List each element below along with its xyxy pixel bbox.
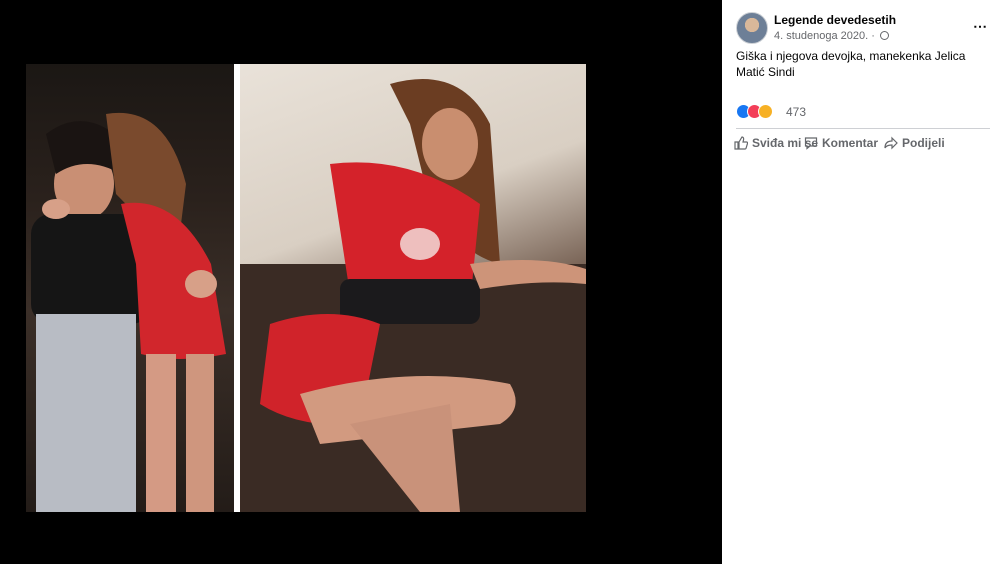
avatar[interactable] [736, 12, 768, 44]
post-header: Legende devedesetih 4. studenoga 2020. ·… [736, 12, 990, 46]
post-photo[interactable] [26, 64, 586, 512]
post-sidebar: Legende devedesetih 4. studenoga 2020. ·… [722, 0, 1000, 564]
photo-right-panel [240, 64, 586, 512]
post-caption: Giška i njegova devojka, manekenka Jelic… [736, 49, 966, 79]
photo-left-figures [31, 112, 226, 512]
more-options-button[interactable]: ⋯ [973, 18, 988, 35]
comment-icon [804, 137, 818, 150]
meta-separator: · [868, 30, 878, 42]
globe-icon [879, 31, 889, 40]
haha-icon [758, 104, 773, 119]
thumbs-up-icon [734, 136, 749, 150]
page-name-link[interactable]: Legende devedesetih [774, 13, 896, 27]
share-icon [884, 136, 898, 150]
photo-viewer [0, 0, 722, 564]
post-meta: 4. studenoga 2020. · [774, 30, 889, 42]
share-label: Podijeli [902, 136, 945, 150]
reaction-count[interactable]: 473 [786, 105, 806, 119]
comment-label: Komentar [822, 136, 879, 150]
photo-left-panel [26, 64, 234, 512]
share-button[interactable]: Podijeli [884, 136, 945, 150]
post-actions: Sviđa mi se Komentar Podijeli [734, 136, 990, 154]
photo-right-figure [240, 79, 586, 512]
action-divider [736, 128, 990, 129]
post-date[interactable]: 4. studenoga 2020. [774, 30, 868, 42]
comment-button[interactable]: Komentar [804, 136, 878, 150]
